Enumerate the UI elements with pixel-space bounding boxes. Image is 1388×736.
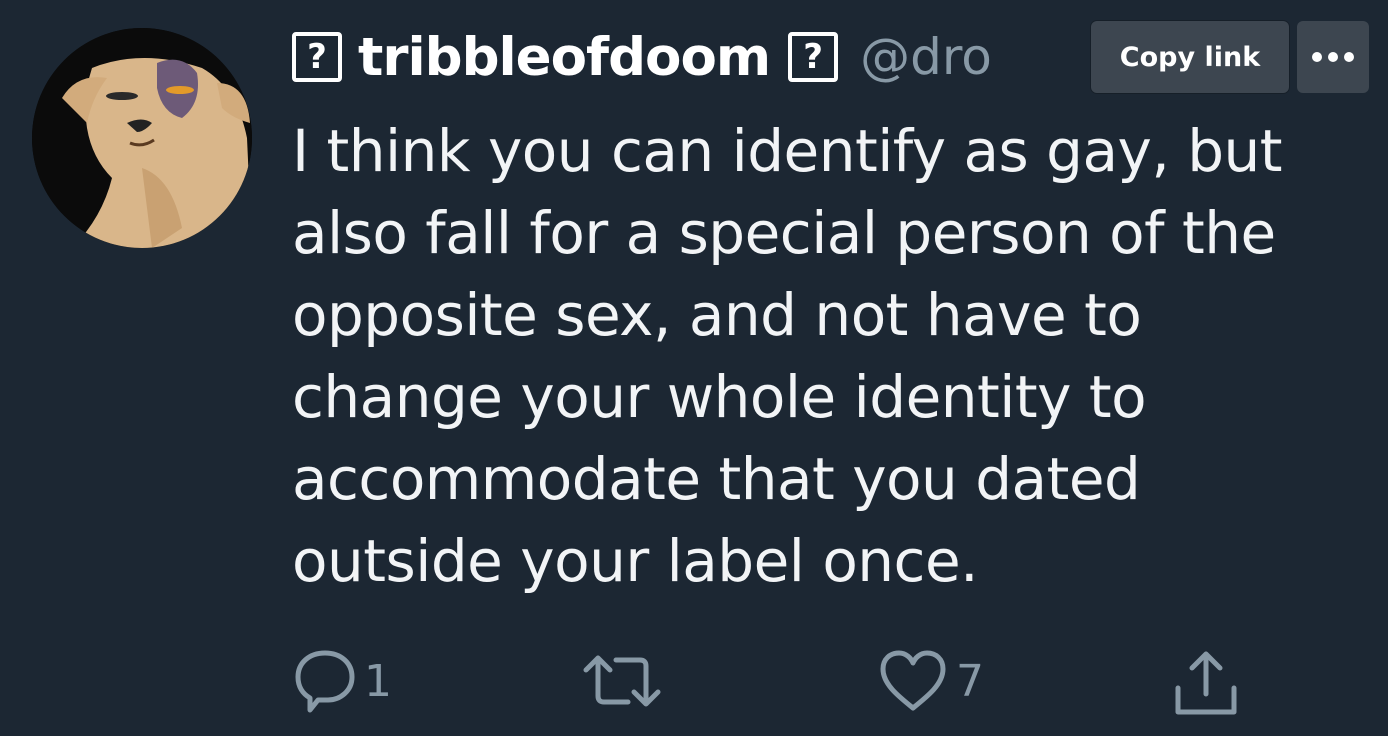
reply-button[interactable]: 1 bbox=[294, 648, 392, 714]
heart-icon bbox=[880, 650, 946, 711]
reply-count: 1 bbox=[364, 655, 392, 707]
like-count: 7 bbox=[956, 655, 984, 707]
user-handle[interactable]: @dro bbox=[860, 28, 992, 86]
tweet-text-line: opposite sex, and not have to bbox=[292, 281, 1142, 349]
tweet-text-line: also fall for a special person of the bbox=[292, 199, 1276, 267]
tweet-text-line: outside your label once. bbox=[292, 527, 979, 595]
unknown-glyph-icon: ? bbox=[788, 32, 839, 82]
more-options-button[interactable] bbox=[1297, 21, 1369, 93]
reply-icon bbox=[295, 650, 355, 713]
tweet-text-line: change your whole identity to bbox=[292, 363, 1147, 431]
like-button[interactable]: 7 bbox=[878, 648, 984, 714]
retweet-icon bbox=[583, 655, 661, 707]
avatar-image bbox=[32, 28, 252, 248]
share-button[interactable] bbox=[1170, 648, 1242, 718]
unknown-glyph-icon: ? bbox=[292, 32, 342, 82]
copy-link-button[interactable]: Copy link bbox=[1091, 21, 1289, 93]
avatar[interactable] bbox=[32, 28, 252, 248]
tweet-card: ? tribbleofdoom ? @dro Copy link I think… bbox=[0, 0, 1388, 736]
share-icon bbox=[1175, 651, 1237, 715]
tweet-header: ? tribbleofdoom ? @dro bbox=[292, 22, 992, 92]
ellipsis-icon bbox=[1312, 52, 1354, 62]
tweet-text-line: accommodate that you dated bbox=[292, 445, 1141, 513]
retweet-button[interactable] bbox=[580, 648, 672, 714]
tweet-text: I think you can identify as gay, but als… bbox=[292, 110, 1372, 602]
display-name[interactable]: tribbleofdoom bbox=[358, 27, 771, 88]
tweet-text-line: I think you can identify as gay, but bbox=[292, 117, 1283, 185]
